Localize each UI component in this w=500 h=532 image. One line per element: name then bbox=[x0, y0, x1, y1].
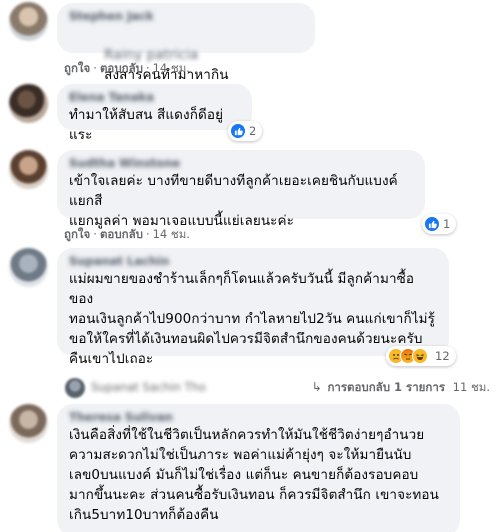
reaction-count: 1 bbox=[443, 217, 451, 231]
comment-text: แม่ผมขายของชำร้านเล็กๆก็โดนแล้วครับวันนี… bbox=[69, 271, 435, 367]
comment-author[interactable]: Supanat Lachin bbox=[69, 254, 437, 268]
comment-time[interactable]: 14 ชม. bbox=[153, 61, 190, 75]
comment-actions: ถูกใจ · ตอบกลับ · 14 ชม. bbox=[64, 227, 190, 241]
reply-link[interactable]: ตอบกลับ bbox=[100, 227, 143, 241]
reply-time: 11 ชม. bbox=[452, 380, 490, 394]
like-link[interactable]: ถูกใจ bbox=[64, 61, 90, 75]
haha-icon bbox=[412, 348, 428, 364]
comment-bubble: Sudtha Winstone เข้าใจเลยค่ะ บางทีขายดีบ… bbox=[57, 150, 425, 229]
replies-row: Supanat Sachin Tho ↳ การตอบกลับ 1 รายการ… bbox=[57, 376, 500, 398]
view-replies-link[interactable]: ↳ การตอบกลับ 1 รายการ 11 ชม. bbox=[312, 379, 490, 397]
avatar[interactable] bbox=[9, 2, 48, 41]
replier-name[interactable]: Supanat Sachin Tho bbox=[91, 380, 206, 394]
comment-text: เข้าใจเลยค่ะ บางทีขายดีบางทีลูกค้าเยอะเค… bbox=[69, 173, 398, 229]
avatar[interactable] bbox=[9, 248, 48, 287]
reaction-count: 12 bbox=[435, 349, 450, 363]
comment-4: Supanat Lachin แม่ผมขายของชำร้านเล็กๆก็โ… bbox=[0, 248, 500, 368]
comment-author[interactable]: Elena Tanaka bbox=[69, 90, 240, 104]
comment-time[interactable]: 14 ชม. bbox=[153, 227, 190, 241]
like-icon bbox=[230, 123, 246, 139]
avatar[interactable] bbox=[9, 404, 48, 443]
comment-thread: Stephen Jack Rainy patricia สงสารคนทำมาห… bbox=[0, 0, 500, 532]
comment-5: Theresa Sulivan เงินคือสิ่งที่ใช้ในชีวิต… bbox=[0, 404, 500, 532]
reply-arrow-icon: ↳ bbox=[311, 380, 322, 394]
reply-avatar[interactable] bbox=[65, 378, 85, 398]
comment-author[interactable]: Sudtha Winstone bbox=[69, 156, 413, 170]
reply-link[interactable]: ตอบกลับ bbox=[100, 61, 143, 75]
reaction-count: 2 bbox=[249, 124, 257, 138]
avatar[interactable] bbox=[9, 150, 48, 189]
reaction-summary[interactable]: 12 bbox=[386, 346, 456, 366]
comment-author[interactable]: Stephen Jack bbox=[69, 9, 303, 23]
reply-count[interactable]: การตอบกลับ 1 รายการ bbox=[327, 380, 445, 394]
comment-bubble: Supanat Lachin แม่ผมขายของชำร้านเล็กๆก็โ… bbox=[57, 248, 449, 367]
comment-author[interactable]: Theresa Sulivan bbox=[69, 410, 448, 424]
comment-3: Sudtha Winstone เข้าใจเลยค่ะ บางทีขายดีบ… bbox=[0, 150, 500, 245]
comment-bubble: Stephen Jack Rainy patricia สงสารคนทำมาห… bbox=[57, 3, 315, 83]
reaction-summary[interactable]: 2 bbox=[228, 121, 263, 141]
comment-actions: ถูกใจ · ตอบกลับ · 14 ชม. bbox=[64, 61, 190, 75]
comment-bubble: Elena Tanaka ทำมาให้สับสน สีแดงก็ดีอยู่แ… bbox=[57, 84, 252, 143]
reaction-summary[interactable]: 1 bbox=[422, 214, 457, 234]
comment-text: ทำมาให้สับสน สีแดงก็ดีอยู่แระ bbox=[69, 107, 224, 143]
like-link[interactable]: ถูกใจ bbox=[64, 227, 90, 241]
comment-text: เงินคือสิ่งที่ใช้ในชีวิตเป็นหลักควรทำให้… bbox=[69, 427, 439, 523]
like-icon bbox=[424, 216, 440, 232]
comment-2: Elena Tanaka ทำมาให้สับสน สีแดงก็ดีอยู่แ… bbox=[0, 84, 500, 144]
comment-bubble: Theresa Sulivan เงินคือสิ่งที่ใช้ในชีวิต… bbox=[57, 404, 460, 532]
avatar[interactable] bbox=[9, 84, 48, 123]
